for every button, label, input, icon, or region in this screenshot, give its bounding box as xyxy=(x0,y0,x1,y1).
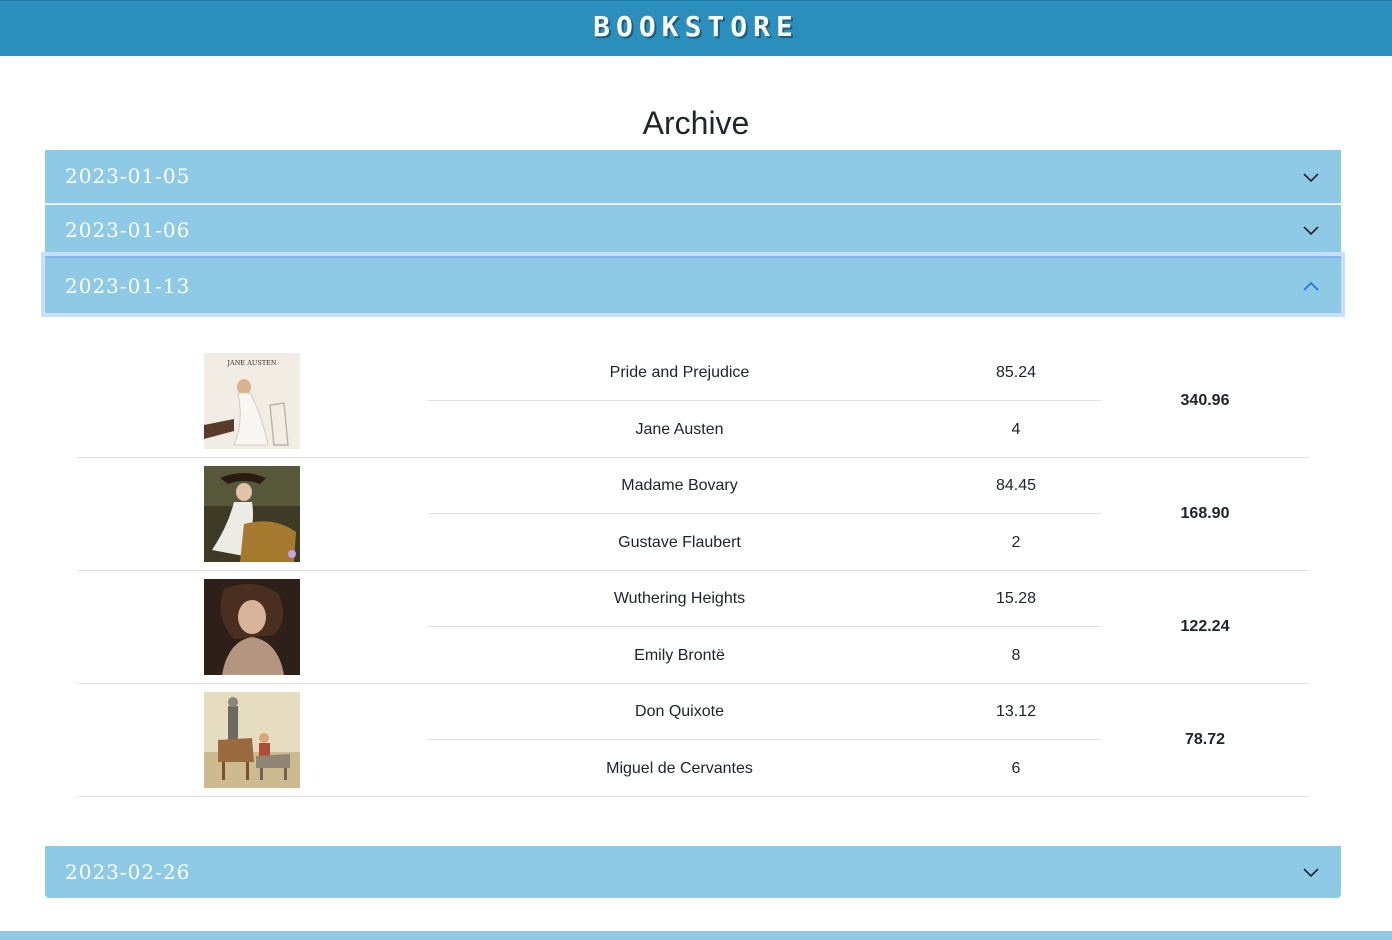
row-divider xyxy=(77,457,1309,458)
chevron-down-icon xyxy=(1303,226,1319,236)
book-quantity: 4 xyxy=(1011,421,1021,438)
book-quantity: 6 xyxy=(1011,760,1021,777)
order-total: 340.96 xyxy=(1180,392,1230,409)
book-cover-image xyxy=(204,466,300,562)
book-title: Pride and Prejudice xyxy=(609,364,750,381)
don-quixote-cover-icon xyxy=(204,692,300,788)
accordion-header[interactable]: 2023-02-26 xyxy=(45,846,1341,898)
book-price: 84.45 xyxy=(995,477,1037,494)
top-navbar: BOOKSTORE xyxy=(0,0,1392,56)
book-author: Jane Austen xyxy=(635,421,724,438)
accordion-date: 2023-02-26 xyxy=(65,860,191,884)
divider xyxy=(428,626,1101,627)
book-cover-image xyxy=(204,579,300,675)
chevron-down-icon xyxy=(1303,868,1319,878)
order-total: 122.24 xyxy=(1180,618,1230,635)
book-cover-image xyxy=(204,692,300,788)
page-title: Archive xyxy=(642,105,750,141)
accordion-item: 2023-02-26 xyxy=(45,846,1341,898)
cover-author-lettering: JANE AUSTEN xyxy=(226,359,277,367)
book-author: Emily Brontë xyxy=(634,647,725,664)
book-quantity: 8 xyxy=(1011,647,1021,664)
chevron-down-icon xyxy=(1303,173,1319,183)
divider xyxy=(428,513,1101,514)
row-divider xyxy=(77,796,1309,797)
book-cover-image: JANE AUSTEN xyxy=(204,353,300,449)
footer-bar xyxy=(0,931,1392,940)
row-divider xyxy=(77,570,1309,571)
accordion-date: 2023-01-13 xyxy=(65,274,191,298)
accordion-item: 2023-01-05 xyxy=(45,150,1341,204)
book-author: Gustave Flaubert xyxy=(618,534,741,551)
accordion-date: 2023-01-05 xyxy=(65,164,191,188)
accordion-header[interactable]: 2023-01-13 xyxy=(45,258,1341,313)
book-price: 85.24 xyxy=(995,364,1037,381)
book-price: 15.28 xyxy=(995,590,1037,607)
jane-austen-cover-icon: JANE AUSTEN xyxy=(204,353,300,449)
accordion-date: 2023-01-06 xyxy=(65,218,191,242)
book-price: 13.12 xyxy=(995,703,1037,720)
accordion-header[interactable]: 2023-01-06 xyxy=(45,205,1341,256)
book-author: Miguel de Cervantes xyxy=(606,760,753,777)
book-title: Wuthering Heights xyxy=(613,590,746,607)
accordion-header[interactable]: 2023-01-05 xyxy=(45,150,1341,203)
book-title: Madame Bovary xyxy=(621,477,738,494)
wuthering-heights-cover-icon xyxy=(204,579,300,675)
book-quantity: 2 xyxy=(1011,534,1021,551)
brand-logo[interactable]: BOOKSTORE xyxy=(0,10,1392,43)
divider xyxy=(428,400,1101,401)
madame-bovary-cover-icon xyxy=(204,466,300,562)
book-title: Don Quixote xyxy=(635,703,724,720)
accordion-item: 2023-01-06 xyxy=(45,205,1341,256)
order-total: 168.90 xyxy=(1180,505,1230,522)
chevron-up-icon xyxy=(1303,281,1319,291)
divider xyxy=(428,739,1101,740)
row-divider xyxy=(77,683,1309,684)
accordion-item-expanded: 2023-01-13 xyxy=(41,252,1345,317)
order-total: 78.72 xyxy=(1184,731,1226,748)
